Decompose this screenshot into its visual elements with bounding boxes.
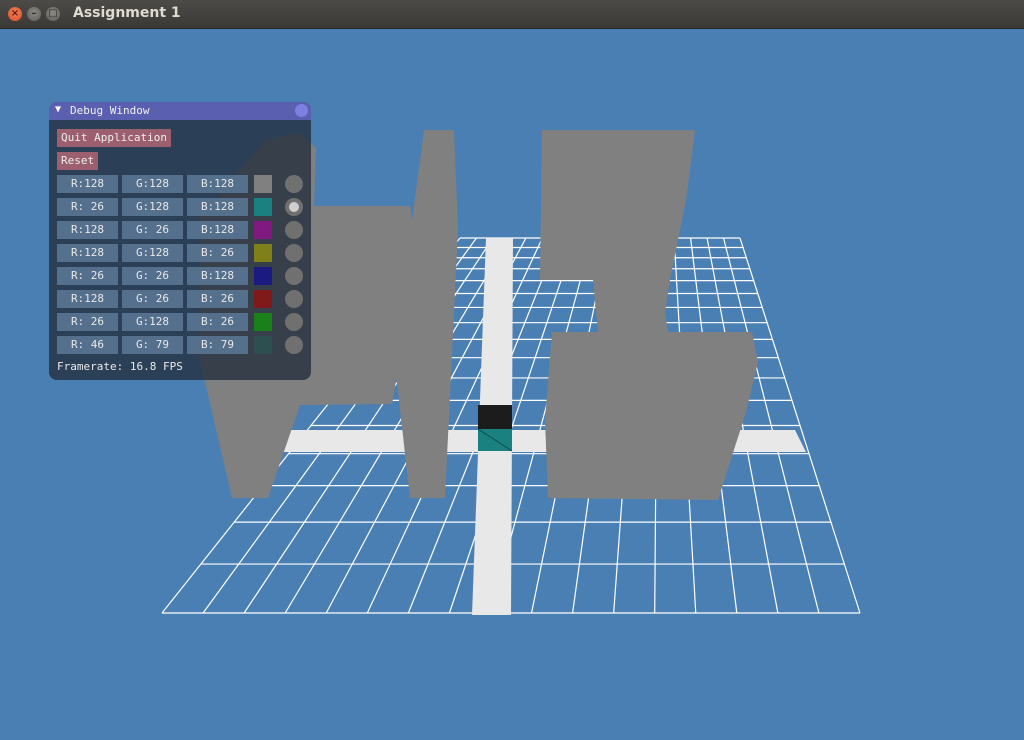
color-row: R:128 G: 26 B:128	[57, 221, 305, 239]
green-field[interactable]: G: 26	[122, 221, 183, 239]
maximize-window-button[interactable]: □	[46, 7, 60, 21]
color-swatch[interactable]	[254, 313, 272, 331]
red-field[interactable]: R: 46	[57, 336, 118, 354]
window-title: Assignment 1	[73, 5, 181, 21]
red-field[interactable]: R: 26	[57, 198, 118, 216]
quit-application-button[interactable]: Quit Application	[57, 129, 171, 147]
color-row: R:128 G: 26 B: 26	[57, 290, 305, 308]
blue-field[interactable]: B:128	[187, 221, 248, 239]
color-row: R:128 G:128 B: 26	[57, 244, 305, 262]
red-field[interactable]: R:128	[57, 290, 118, 308]
color-row: R:128 G:128 B:128	[57, 175, 305, 193]
blue-field[interactable]: B: 26	[187, 290, 248, 308]
title-bar: × – □ Assignment 1	[0, 0, 1024, 29]
reset-button[interactable]: Reset	[57, 152, 99, 170]
blue-field[interactable]: B:128	[187, 267, 248, 285]
minimize-window-button[interactable]: –	[27, 7, 41, 21]
red-field[interactable]: R:128	[57, 221, 118, 239]
color-swatch[interactable]	[254, 198, 272, 216]
color-row: R: 26 G:128 B:128	[57, 198, 305, 216]
green-field[interactable]: G:128	[122, 313, 183, 331]
debug-close-button[interactable]	[295, 104, 308, 117]
color-radio-button[interactable]	[285, 244, 303, 262]
color-radio-button[interactable]	[285, 198, 303, 216]
green-field[interactable]: G: 26	[122, 267, 183, 285]
framerate-readout: Framerate: 16.8 FPS	[57, 360, 183, 373]
color-row: R: 26 G: 26 B:128	[57, 267, 305, 285]
color-radio-button[interactable]	[285, 290, 303, 308]
color-radio-button[interactable]	[285, 221, 303, 239]
color-swatch[interactable]	[254, 244, 272, 262]
debug-window-titlebar[interactable]: ▼ Debug Window	[49, 102, 311, 120]
red-field[interactable]: R:128	[57, 244, 118, 262]
color-swatch[interactable]	[254, 336, 272, 354]
debug-window[interactable]: ▼ Debug Window Quit Application Reset R:…	[49, 102, 311, 380]
blue-field[interactable]: B:128	[187, 175, 248, 193]
green-field[interactable]: G:128	[122, 198, 183, 216]
color-radio-button[interactable]	[285, 313, 303, 331]
green-field[interactable]: G: 26	[122, 290, 183, 308]
blue-field[interactable]: B: 26	[187, 244, 248, 262]
collapse-arrow-icon[interactable]: ▼	[55, 104, 61, 115]
red-field[interactable]: R: 26	[57, 313, 118, 331]
color-row: R: 46 G: 79 B: 79	[57, 336, 305, 354]
wall-right-block	[545, 332, 758, 500]
color-radio-button[interactable]	[285, 267, 303, 285]
blue-field[interactable]: B: 26	[187, 313, 248, 331]
wall-right-mid	[593, 280, 668, 332]
color-swatch[interactable]	[254, 290, 272, 308]
close-window-button[interactable]: ×	[8, 7, 22, 21]
red-field[interactable]: R:128	[57, 175, 118, 193]
color-radio-button[interactable]	[285, 175, 303, 193]
color-swatch[interactable]	[254, 175, 272, 193]
color-swatch[interactable]	[254, 221, 272, 239]
agent-top	[478, 405, 512, 429]
agent-cube	[477, 405, 513, 452]
red-field[interactable]: R: 26	[57, 267, 118, 285]
color-row: R: 26 G:128 B: 26	[57, 313, 305, 331]
blue-field[interactable]: B: 79	[187, 336, 248, 354]
color-swatch[interactable]	[254, 267, 272, 285]
green-field[interactable]: G:128	[122, 244, 183, 262]
color-radio-button[interactable]	[285, 336, 303, 354]
debug-window-title: Debug Window	[70, 104, 150, 117]
green-field[interactable]: G: 79	[122, 336, 183, 354]
green-field[interactable]: G:128	[122, 175, 183, 193]
blue-field[interactable]: B:128	[187, 198, 248, 216]
